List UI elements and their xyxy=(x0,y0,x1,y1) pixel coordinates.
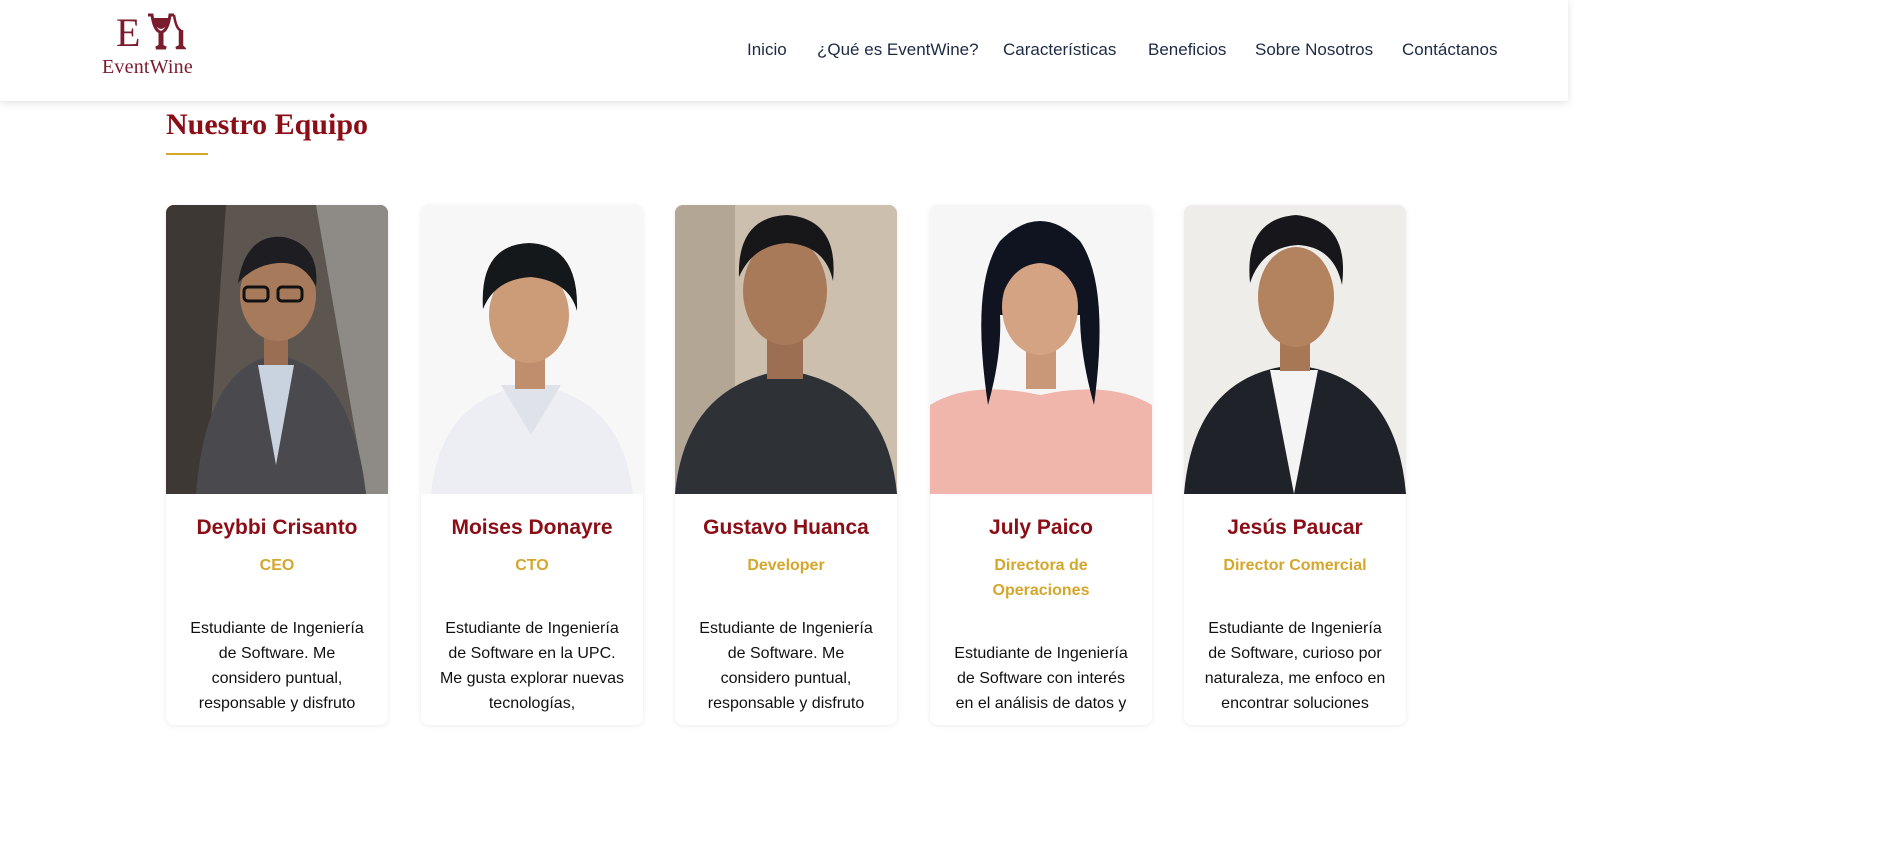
member-role: Directora de Operaciones xyxy=(992,557,1090,599)
nav-link-inicio[interactable]: Inicio xyxy=(747,40,787,60)
member-role: CTO xyxy=(515,557,549,574)
member-name: Moises Donayre xyxy=(451,516,613,539)
main-nav: Inicio ¿Qué es EventWine? Característica… xyxy=(0,40,1568,62)
member-bio: Estudiante de Ingeniería de Software. Me… xyxy=(190,620,364,712)
nav-link-que-es[interactable]: ¿Qué es EventWine? xyxy=(817,40,979,60)
member-photo xyxy=(421,205,643,494)
member-bio: Estudiante de Ingeniería de Software. Me… xyxy=(699,620,873,712)
member-photo xyxy=(675,205,897,494)
member-photo xyxy=(1184,205,1406,494)
title-underline xyxy=(166,153,208,155)
member-bio: Estudiante de Ingeniería de Software con… xyxy=(954,645,1128,712)
member-photo xyxy=(930,205,1152,494)
member-role: Developer xyxy=(747,557,825,574)
nav-link-contactanos[interactable]: Contáctanos xyxy=(1402,40,1497,60)
team-card: Moises Donayre CTO Estudiante de Ingenie… xyxy=(421,205,643,725)
team-card: July Paico Directora de Operaciones Estu… xyxy=(930,205,1152,725)
member-bio: Estudiante de Ingeniería de Software en … xyxy=(439,620,625,712)
nav-link-beneficios[interactable]: Beneficios xyxy=(1148,40,1226,60)
member-role: CEO xyxy=(259,557,295,574)
team-card: Jesús Paucar Director Comercial Estudian… xyxy=(1184,205,1406,725)
member-bio: Estudiante de Ingeniería de Software, cu… xyxy=(1204,620,1386,712)
member-name: Gustavo Huanca xyxy=(703,516,869,539)
team-card: Deybbi Crisanto CEO Estudiante de Ingeni… xyxy=(166,205,388,725)
member-photo xyxy=(166,205,388,494)
member-role: Director Comercial xyxy=(1223,557,1367,574)
team-section-title: Nuestro Equipo xyxy=(166,108,369,141)
nav-link-caracteristicas[interactable]: Características xyxy=(1003,40,1116,60)
site-header: E EventWine Inicio ¿Qué es EventWine? Ca… xyxy=(0,0,1568,101)
team-card: Gustavo Huanca Developer Estudiante de I… xyxy=(675,205,897,725)
member-name: July Paico xyxy=(989,516,1093,539)
member-name: Jesús Paucar xyxy=(1227,516,1363,539)
member-name: Deybbi Crisanto xyxy=(196,516,358,539)
nav-link-sobre-nosotros[interactable]: Sobre Nosotros xyxy=(1255,40,1373,60)
